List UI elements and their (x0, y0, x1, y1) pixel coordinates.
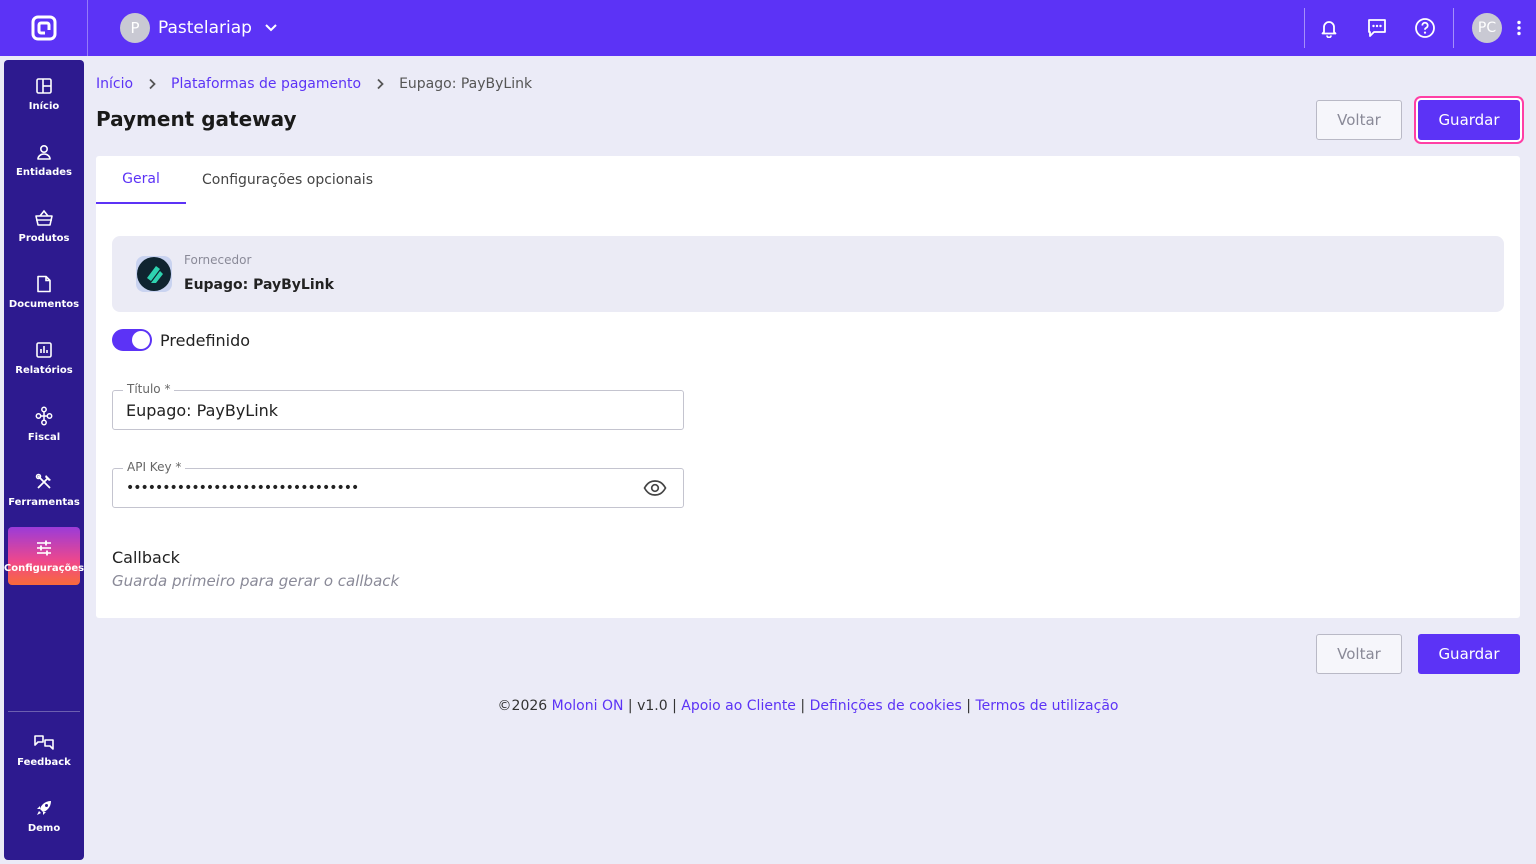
sidebar-item-demo[interactable]: Demo (8, 787, 80, 845)
breadcrumb-inicio[interactable]: Início (96, 76, 133, 92)
sidebar: Início Entidades Produtos Documentos Rel… (4, 60, 84, 860)
sidebar-item-feedback[interactable]: Feedback (8, 721, 80, 779)
sidebar-item-configuracoes[interactable]: Configurações (4, 527, 84, 585)
provider-panel: Fornecedor Eupago: PayByLink (112, 236, 1504, 312)
app-logo[interactable] (0, 0, 88, 56)
save-button-bottom[interactable]: Guardar (1418, 634, 1520, 674)
sidebar-item-label: Relatórios (15, 364, 73, 376)
sidebar-item-label: Entidades (16, 166, 72, 178)
title-field: Título * (112, 382, 684, 430)
sidebar-item-label: Fiscal (27, 431, 61, 443)
dashboard-icon (36, 77, 52, 94)
footer-brand-link[interactable]: Moloni ON (552, 698, 624, 714)
fiscal-icon (35, 406, 53, 425)
tab-bar: Geral Configurações opcionais (96, 156, 389, 204)
feedback-icon (34, 734, 54, 750)
sidebar-item-label: Ferramentas (8, 496, 80, 508)
page-title: Payment gateway (96, 107, 297, 131)
default-toggle-row: Predefinido (112, 329, 250, 351)
callback-hint: Guarda primeiro para gerar o callback (112, 572, 400, 590)
sidebar-item-produtos[interactable]: Produtos (8, 197, 80, 255)
help-icon (1415, 18, 1435, 38)
sidebar-item-documentos[interactable]: Documentos (8, 263, 80, 321)
eupago-logo-icon (136, 256, 172, 292)
help-button[interactable] (1401, 0, 1449, 56)
provider-label: Fornecedor (184, 253, 252, 267)
footer: ©2026 Moloni ON | v1.0 | Apoio ao Client… (96, 698, 1520, 714)
breadcrumb: Início Plataformas de pagamento Eupago: … (96, 74, 532, 94)
chart-icon (36, 341, 52, 358)
default-toggle[interactable] (112, 329, 152, 351)
breadcrumb-current: Eupago: PayByLink (399, 76, 533, 92)
footer-sep: | (800, 698, 810, 714)
tab-configuracoes-opcionais[interactable]: Configurações opcionais (186, 156, 389, 204)
footer-copyright: ©2026 (497, 698, 548, 714)
bell-icon (1321, 21, 1337, 38)
messages-button[interactable] (1353, 0, 1401, 56)
company-name: Pastelariap (158, 18, 252, 38)
toggle-knob (132, 331, 150, 349)
sidebar-divider (8, 711, 80, 712)
tab-geral[interactable]: Geral (96, 156, 186, 204)
rocket-icon (37, 800, 51, 815)
company-avatar: P (120, 13, 150, 43)
settings-card: Geral Configurações opcionais Fornecedor… (96, 156, 1520, 618)
user-avatar[interactable]: PC (1472, 13, 1502, 43)
sidebar-item-label: Demo (27, 822, 61, 834)
chevron-right-icon (377, 78, 384, 90)
chevron-down-icon (265, 24, 277, 32)
provider-name: Eupago: PayByLink (184, 277, 334, 293)
sidebar-item-inicio[interactable]: Início (8, 65, 80, 123)
save-button-top[interactable]: Guardar (1418, 100, 1520, 140)
footer-sep: | (627, 698, 638, 714)
sidebar-item-label: Início (28, 100, 60, 112)
kebab-menu-button[interactable] (1502, 0, 1536, 56)
footer-cookies-link[interactable]: Definições de cookies (810, 698, 962, 714)
chevron-right-icon (149, 78, 156, 90)
api-key-field: API Key * (112, 460, 684, 508)
sidebar-item-ferramentas[interactable]: Ferramentas (8, 461, 80, 519)
sidebar-item-label: Feedback (17, 756, 71, 768)
sidebar-item-entidades[interactable]: Entidades (8, 131, 80, 189)
footer-terms-link[interactable]: Termos de utilização (975, 698, 1118, 714)
back-button-bottom[interactable]: Voltar (1316, 634, 1402, 674)
breadcrumb-plataformas[interactable]: Plataformas de pagamento (171, 76, 361, 92)
top-bar: P Pastelariap PC (0, 0, 1536, 56)
moloni-logo-icon (31, 15, 56, 41)
api-key-input[interactable] (126, 469, 626, 507)
sidebar-item-label: Produtos (18, 232, 70, 244)
chat-icon (1368, 19, 1386, 37)
tools-icon (35, 473, 51, 489)
default-toggle-label: Predefinido (160, 330, 251, 350)
sidebar-item-label: Configurações (3, 562, 85, 574)
settings-sliders-icon (37, 540, 51, 555)
footer-support-link[interactable]: Apoio ao Cliente (681, 698, 796, 714)
sidebar-item-label: Documentos (8, 298, 80, 310)
sidebar-item-fiscal[interactable]: Fiscal (8, 395, 80, 453)
basket-icon (35, 209, 53, 226)
footer-version: v1.0 (637, 698, 668, 714)
kebab-menu-icon (1517, 20, 1521, 36)
sidebar-item-relatorios[interactable]: Relatórios (8, 329, 80, 387)
back-button-top[interactable]: Voltar (1316, 100, 1402, 140)
company-selector[interactable]: P Pastelariap (120, 13, 278, 43)
document-icon (37, 275, 51, 292)
notifications-button[interactable] (1305, 0, 1353, 56)
callback-title: Callback (112, 548, 180, 567)
footer-sep: | (672, 698, 682, 714)
eye-icon[interactable] (643, 478, 667, 498)
title-input[interactable] (126, 391, 626, 429)
user-icon (37, 144, 51, 160)
topbar-divider (1453, 8, 1454, 48)
